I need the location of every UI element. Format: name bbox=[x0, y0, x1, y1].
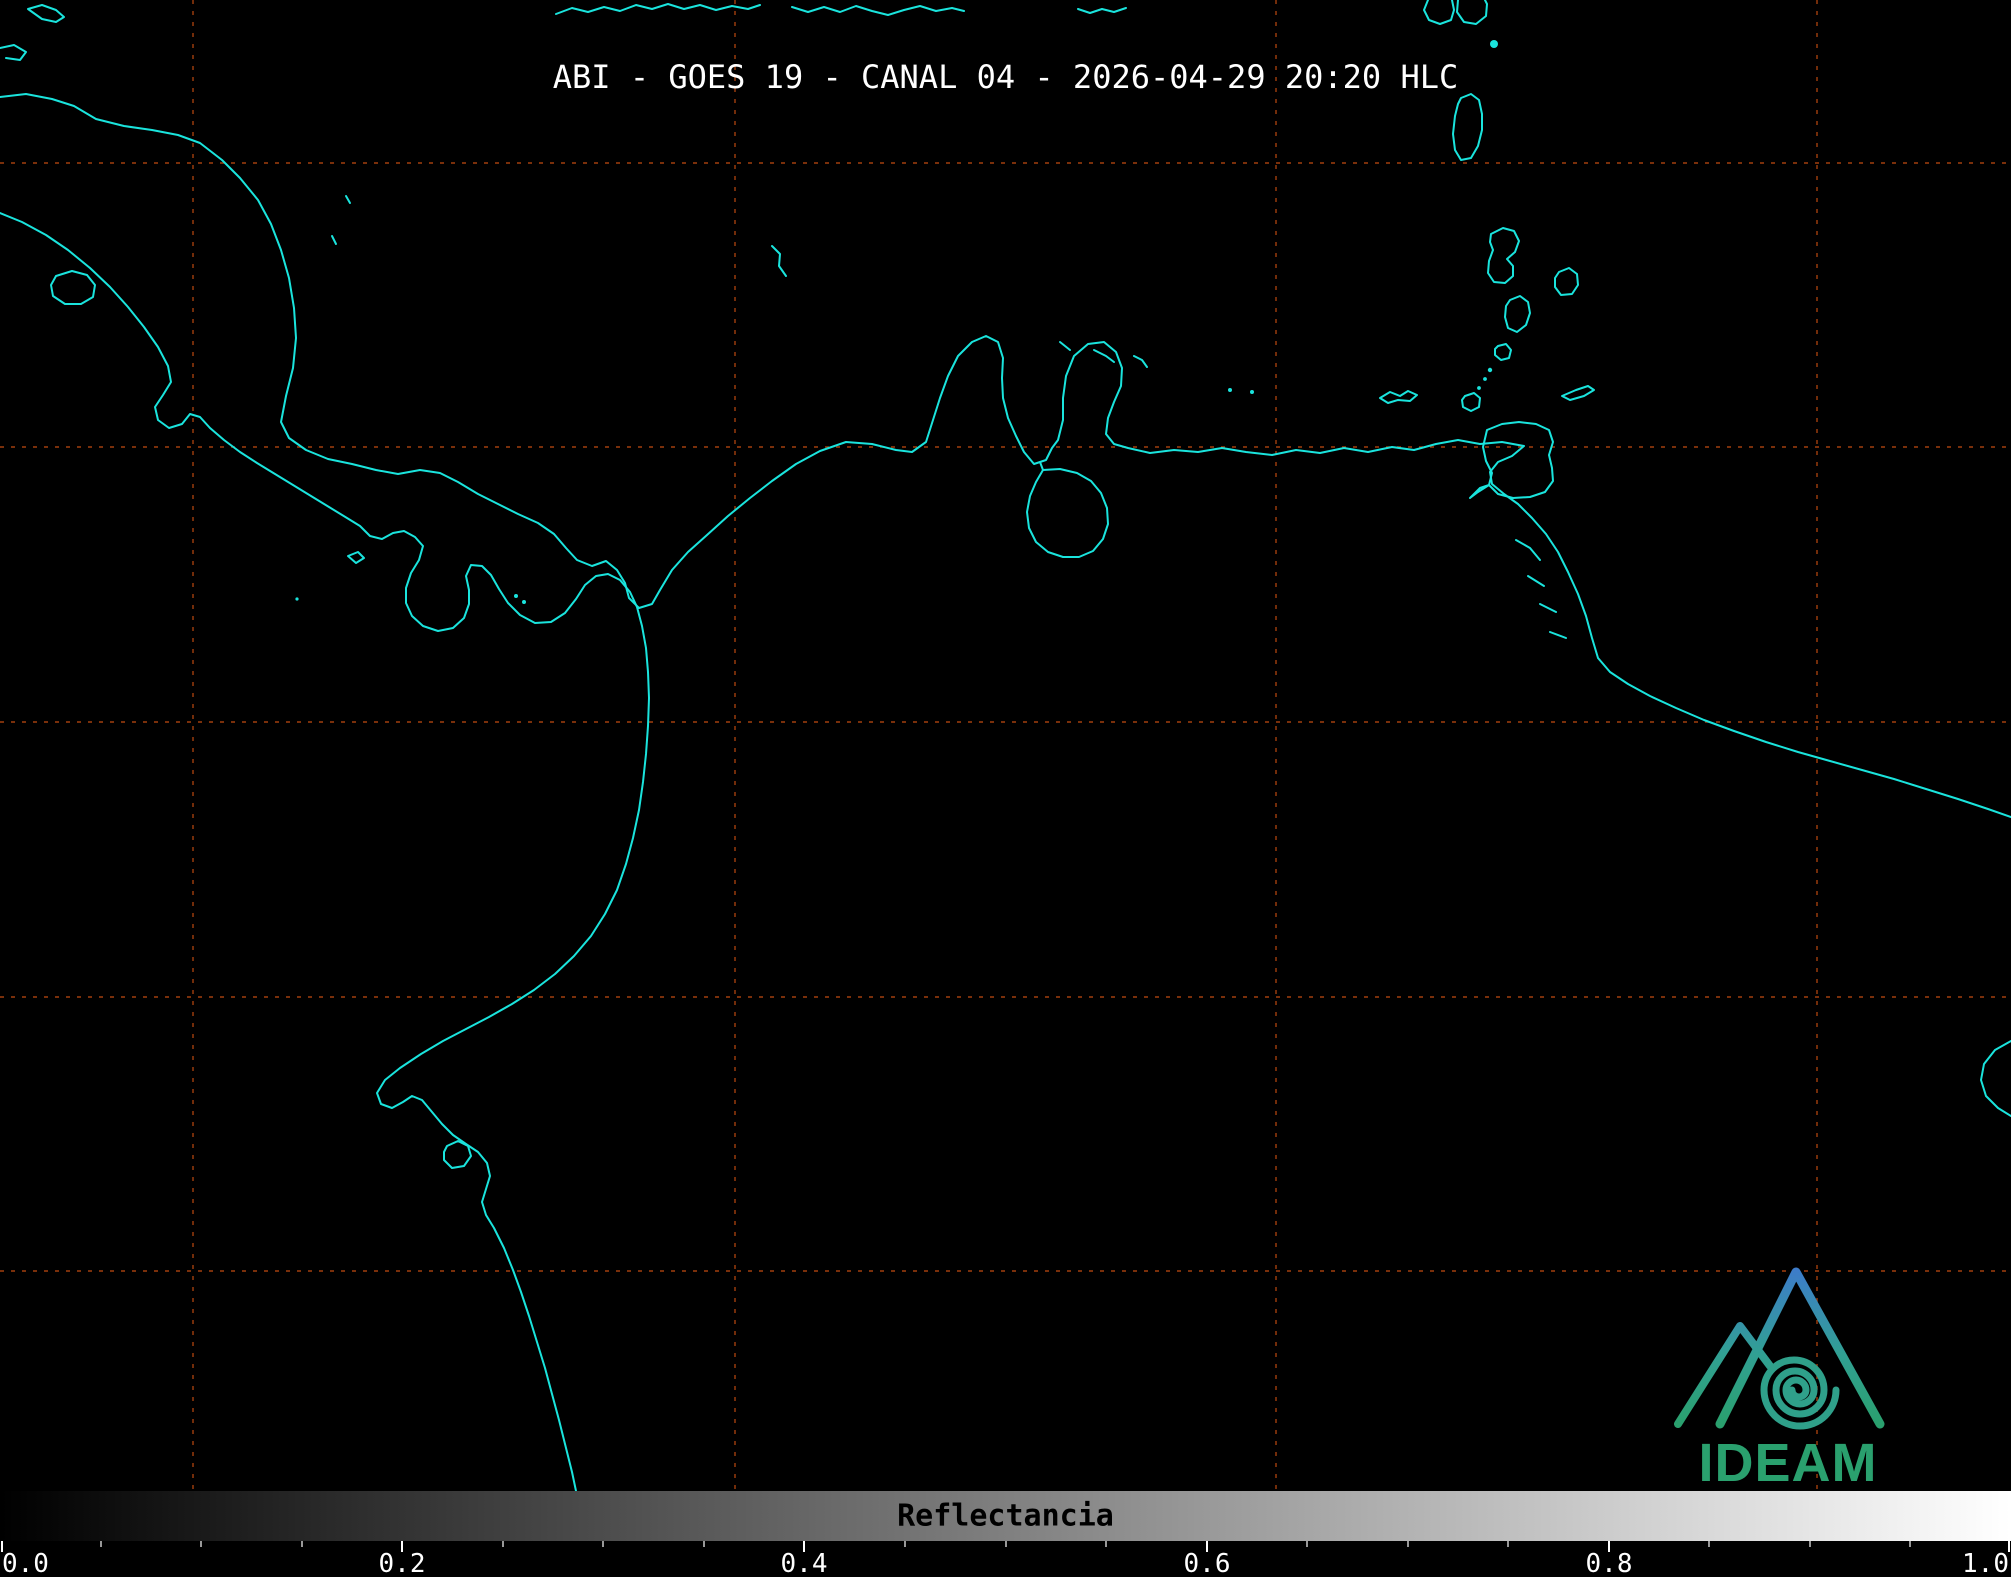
coastline-pacific bbox=[0, 212, 650, 1491]
coastline-barbados bbox=[1554, 267, 1579, 296]
coastline-curacao bbox=[1093, 349, 1115, 363]
island-dot bbox=[295, 597, 299, 601]
coastline-bonaire bbox=[1133, 355, 1148, 368]
coastline-delta-channel bbox=[1539, 603, 1557, 613]
coastline-top-fragment bbox=[791, 5, 965, 16]
coastline-delta-channel bbox=[1549, 631, 1567, 639]
logo-swirl-icon bbox=[1760, 1356, 1840, 1430]
coastline-top-fragment bbox=[555, 3, 761, 15]
tick-label-0.2: 0.2 bbox=[378, 1549, 426, 1577]
coastline-delta-channel bbox=[1515, 539, 1541, 561]
tick-label-0.4: 0.4 bbox=[780, 1549, 828, 1577]
coastline-providencia bbox=[345, 195, 351, 204]
coastline-trinidad bbox=[1469, 421, 1554, 499]
coastline-coiba bbox=[347, 551, 365, 564]
colorbar-label: Reflectancia bbox=[897, 1498, 1114, 1534]
island-dot bbox=[1490, 40, 1498, 48]
coastline-lake-nicaragua bbox=[50, 270, 96, 305]
coastline-margarita bbox=[1379, 390, 1418, 404]
island-dot bbox=[514, 594, 518, 598]
satellite-image-viewer: ABI - GOES 19 - CANAL 04 - 2026-04-29 20… bbox=[0, 0, 2011, 1577]
coastline-small-island bbox=[771, 245, 787, 277]
coastline-right-edge-fragment bbox=[1980, 1040, 2011, 1117]
coastline-dominica bbox=[1452, 93, 1483, 161]
coastline-guadeloupe bbox=[1423, 0, 1455, 25]
island-dot bbox=[522, 600, 526, 604]
image-title: ABI - GOES 19 - CANAL 04 - 2026-04-29 20… bbox=[552, 58, 1459, 96]
tick-label-0.8: 0.8 bbox=[1585, 1549, 1633, 1577]
colorbar-gradient: Reflectancia bbox=[0, 1491, 2011, 1541]
tick-label-1.0: 1.0 bbox=[1962, 1549, 2009, 1577]
coastline-puna-island bbox=[443, 1140, 472, 1169]
island-dot bbox=[1228, 388, 1232, 392]
island-dot bbox=[1487, 367, 1493, 373]
ideam-logo-icon bbox=[1674, 1267, 1885, 1430]
logo-text: IDEAM bbox=[1698, 1433, 1878, 1493]
coastline-grenada bbox=[1461, 392, 1481, 412]
island-dot bbox=[1250, 390, 1254, 394]
coastline-lake-maracaibo bbox=[1026, 468, 1109, 558]
coastline-martinique bbox=[1487, 227, 1520, 284]
coastline-st-lucia bbox=[1504, 295, 1531, 333]
coastline-top-fragment bbox=[1077, 7, 1127, 14]
tick-label-0.0: 0.0 bbox=[2, 1549, 49, 1577]
coastline-st-vincent bbox=[1494, 343, 1512, 361]
colorbar-ticks bbox=[1, 1541, 2010, 1552]
coastline-san-andres bbox=[331, 235, 337, 245]
island-dot bbox=[1483, 377, 1487, 381]
coastline-maracaibo-strait bbox=[1039, 461, 1044, 471]
tick-label-0.6: 0.6 bbox=[1183, 1549, 1231, 1577]
coastline-top-fragment bbox=[27, 4, 65, 23]
coastline-guadeloupe bbox=[1456, 0, 1488, 25]
coastline-tobago bbox=[1561, 385, 1595, 401]
coastline-delta-channel bbox=[1527, 575, 1545, 587]
island-dot bbox=[1477, 386, 1481, 390]
coastline-aruba bbox=[1059, 341, 1071, 351]
coastline-caribbean bbox=[0, 93, 2011, 818]
